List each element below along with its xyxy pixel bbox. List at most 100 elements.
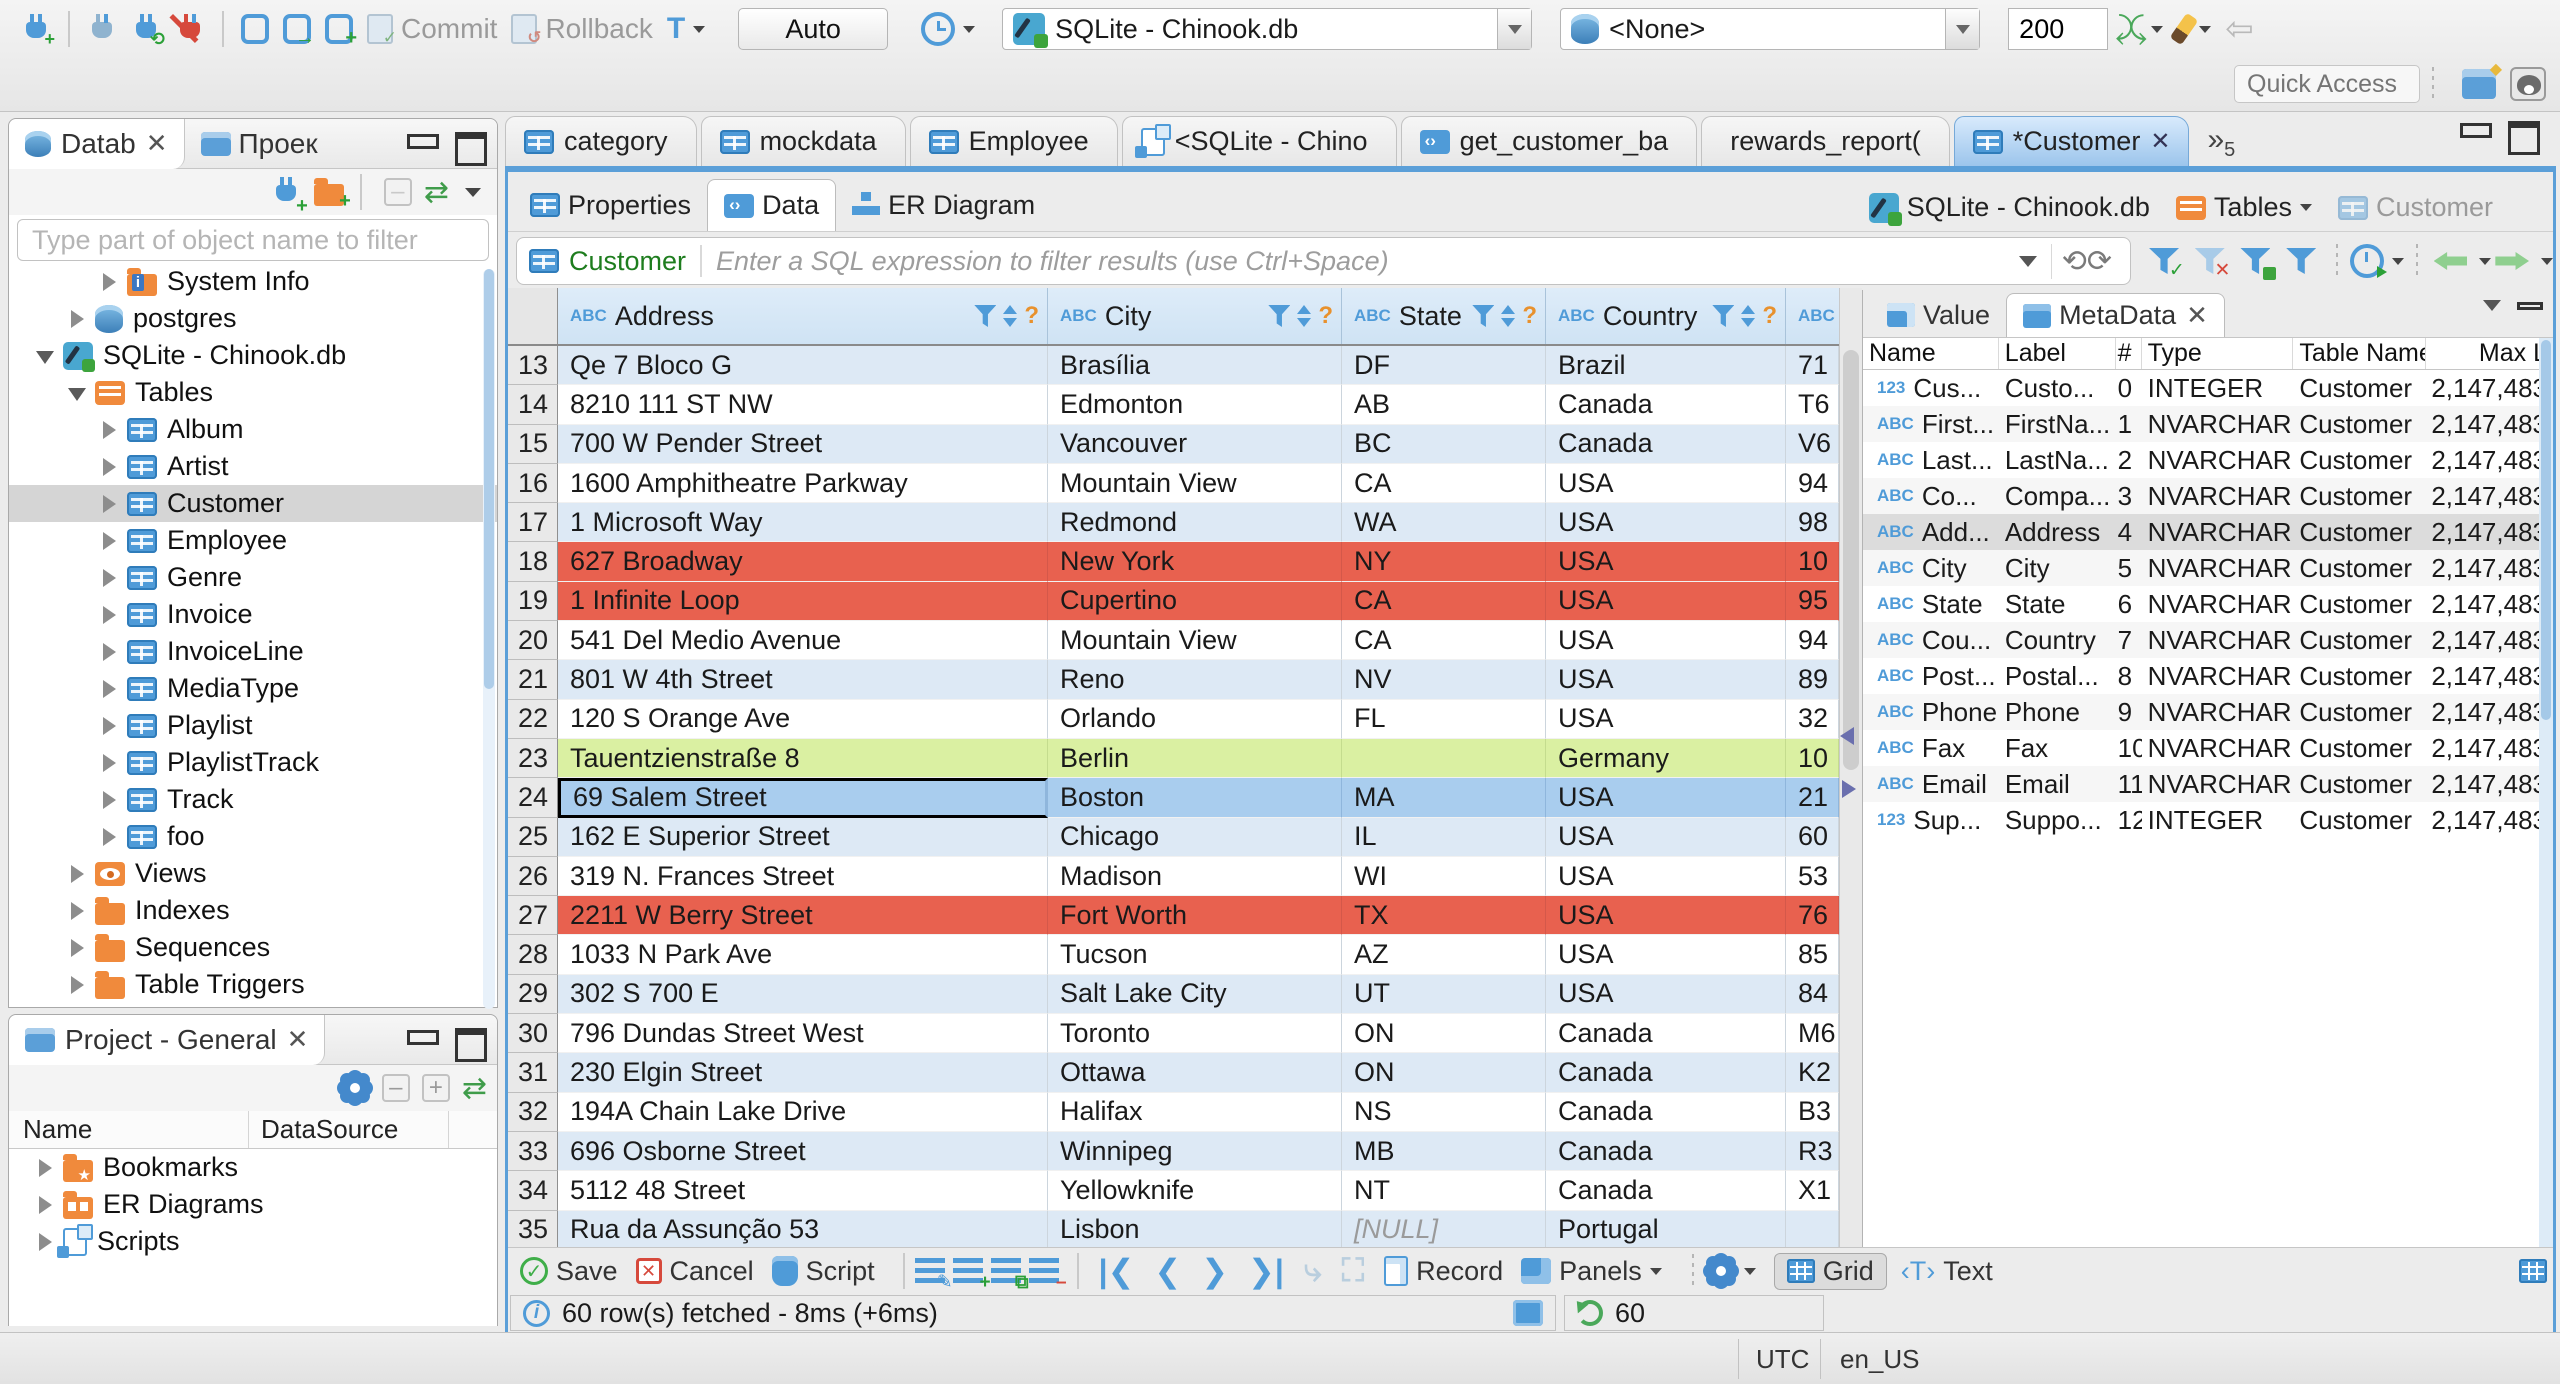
tree-item[interactable]: Playlist — [9, 707, 497, 744]
cell-address[interactable]: 696 Osborne Street — [558, 1131, 1048, 1172]
script-button[interactable]: Script — [771, 1256, 875, 1287]
new-connection-button[interactable]: + — [21, 12, 55, 48]
cell-country[interactable]: Canada — [1546, 1092, 1786, 1132]
cell-postalcode-partial[interactable]: K2 — [1786, 1053, 1839, 1093]
tab-overflow-button[interactable]: »5 — [2207, 123, 2235, 166]
cell-state[interactable]: NT — [1342, 1171, 1546, 1211]
panels-button[interactable]: Panels — [1521, 1256, 1662, 1287]
disconnect-button[interactable] — [169, 12, 205, 46]
tree-item[interactable]: Invoice — [9, 596, 497, 633]
metadata-row[interactable]: ABC City City 5 NVARCHAR Customer 2,147,4… — [1863, 550, 2553, 586]
cell-city[interactable]: Chicago — [1048, 817, 1342, 857]
editor-tab[interactable]: get_customer_ba — [1400, 116, 1698, 166]
editor-tab[interactable]: rewards_report( — [1701, 116, 1950, 166]
cell-state[interactable]: AZ — [1342, 935, 1546, 975]
metadata-row[interactable]: ABC Fax Fax 10 NVARCHAR Customer 2,147,48… — [1863, 730, 2553, 766]
cell-city[interactable]: Berlin — [1048, 738, 1342, 779]
tab-metadata[interactable]: MetaData ✕ — [2006, 293, 2225, 337]
cell-country[interactable]: Germany — [1546, 738, 1786, 779]
close-icon[interactable]: ✕ — [146, 128, 168, 159]
cell-state[interactable]: CA — [1342, 463, 1546, 504]
first-row-button[interactable]: |❮ — [1099, 1252, 1135, 1290]
save-button[interactable]: ✓ Save — [520, 1256, 618, 1287]
row-number[interactable]: 35 — [508, 1210, 558, 1247]
apply-filter-icon[interactable]: ✓ — [2149, 246, 2185, 280]
gear-icon[interactable] — [339, 1073, 370, 1103]
dropdown-caret-icon[interactable] — [2541, 257, 2554, 265]
object-filter-input[interactable] — [17, 219, 489, 261]
column-header-datasource[interactable]: DataSource — [249, 1111, 449, 1148]
cell-address[interactable]: 162 E Superior Street — [558, 817, 1048, 857]
transaction-log-button[interactable]: T — [667, 12, 706, 46]
breadcrumb-table[interactable]: Customer — [2337, 192, 2493, 223]
tree-item[interactable]: Indexes — [9, 892, 497, 929]
tab-database-navigator[interactable]: Datab ✕ — [9, 118, 185, 169]
metadata-row[interactable]: 123 Sup... Suppo... 12 INTEGER Customer 2… — [1863, 802, 2553, 838]
cell-city[interactable]: Cupertino — [1048, 581, 1342, 622]
cell-city[interactable]: Mountain View — [1048, 621, 1342, 661]
row-number[interactable]: 20 — [508, 621, 558, 661]
expand-arrow-icon[interactable] — [99, 716, 119, 736]
row-number[interactable]: 31 — [508, 1053, 558, 1093]
cell-state[interactable]: ON — [1342, 1053, 1546, 1093]
row-number[interactable]: 32 — [508, 1092, 558, 1132]
filter-table-name[interactable]: Customer — [569, 246, 686, 277]
row-number[interactable]: 23 — [508, 738, 558, 779]
cell-country[interactable]: Portugal — [1546, 1210, 1786, 1247]
column-filter-icon[interactable] — [974, 305, 996, 327]
cell-country[interactable]: USA — [1546, 660, 1786, 700]
cell-address[interactable]: 1 Infinite Loop — [558, 581, 1048, 622]
row-number[interactable]: 16 — [508, 463, 558, 504]
expand-arrow-icon[interactable] — [99, 420, 119, 440]
expand-arrow-icon[interactable] — [35, 1232, 55, 1252]
row-number[interactable]: 18 — [508, 542, 558, 582]
metadata-row[interactable]: ABC Last... LastNa... 2 NVARCHAR Customer… — [1863, 442, 2553, 478]
previous-page-icon[interactable] — [2433, 252, 2468, 270]
cell-address[interactable]: Qe 7 Bloco G — [558, 346, 1048, 386]
cell-state[interactable]: WI — [1342, 856, 1546, 897]
cell-postalcode-partial[interactable]: 32 — [1786, 699, 1839, 739]
cell-country[interactable]: Canada — [1546, 424, 1786, 464]
tab-er-diagram[interactable]: ER Diagram — [836, 179, 1051, 231]
text-view-toggle[interactable]: ‹T› Text — [1901, 1256, 1993, 1287]
cell-postalcode-partial[interactable]: R3 — [1786, 1131, 1839, 1172]
expand-arrow-icon[interactable] — [67, 383, 87, 403]
cell-postalcode-partial[interactable]: 21 — [1786, 778, 1839, 818]
reconnect-button[interactable]: ⟲ — [131, 12, 165, 48]
cell-address[interactable]: 627 Broadway — [558, 542, 1048, 582]
maximize-icon[interactable] — [453, 1027, 487, 1062]
expand-arrow-icon[interactable] — [99, 827, 119, 847]
cell-postalcode-partial[interactable]: M6 — [1786, 1014, 1839, 1054]
row-number[interactable]: 28 — [508, 935, 558, 975]
tree-scrollbar[interactable] — [483, 269, 495, 1009]
column-filter-icon[interactable] — [1472, 305, 1494, 327]
value-panel-toggle-icon[interactable] — [2519, 1259, 2547, 1283]
sql-editor-button[interactable] — [241, 14, 269, 44]
cell-postalcode-partial[interactable]: 94 — [1786, 463, 1839, 504]
cell-city[interactable]: Halifax — [1048, 1092, 1342, 1132]
row-number-header[interactable] — [508, 288, 558, 344]
cell-city[interactable]: Fort Worth — [1048, 896, 1342, 936]
cell-country[interactable]: USA — [1546, 503, 1786, 543]
commit-mode-button[interactable]: Auto — [738, 8, 889, 50]
expand-arrow-icon[interactable] — [67, 864, 87, 884]
row-number[interactable]: 15 — [508, 424, 558, 464]
close-icon[interactable]: ✕ — [2186, 300, 2208, 331]
link-editor-icon[interactable]: ⇄ — [424, 175, 449, 210]
cell-country[interactable]: USA — [1546, 542, 1786, 582]
cell-postalcode-partial[interactable]: 95 — [1786, 581, 1839, 622]
remove-filter-icon[interactable]: ✕ — [2195, 246, 2231, 280]
column-sort-icon[interactable] — [1740, 305, 1756, 327]
cell-city[interactable]: Mountain View — [1048, 463, 1342, 504]
cell-address[interactable]: 8210 111 ST NW — [558, 385, 1048, 425]
view-menu-icon[interactable] — [465, 187, 481, 197]
tree-item[interactable]: System Info — [9, 263, 497, 300]
schema-select-arrow[interactable] — [1945, 9, 1980, 49]
cell-country[interactable]: USA — [1546, 817, 1786, 857]
tab-data[interactable]: Data — [707, 179, 837, 231]
column-header-max-length[interactable]: Max L — [2426, 338, 2553, 369]
cell-city[interactable]: Edmonton — [1048, 385, 1342, 425]
tree-item[interactable]: foo — [9, 818, 497, 855]
column-header-name[interactable]: Name — [1863, 338, 1999, 369]
tree-item[interactable]: SQLite - Chinook.db — [9, 337, 497, 374]
